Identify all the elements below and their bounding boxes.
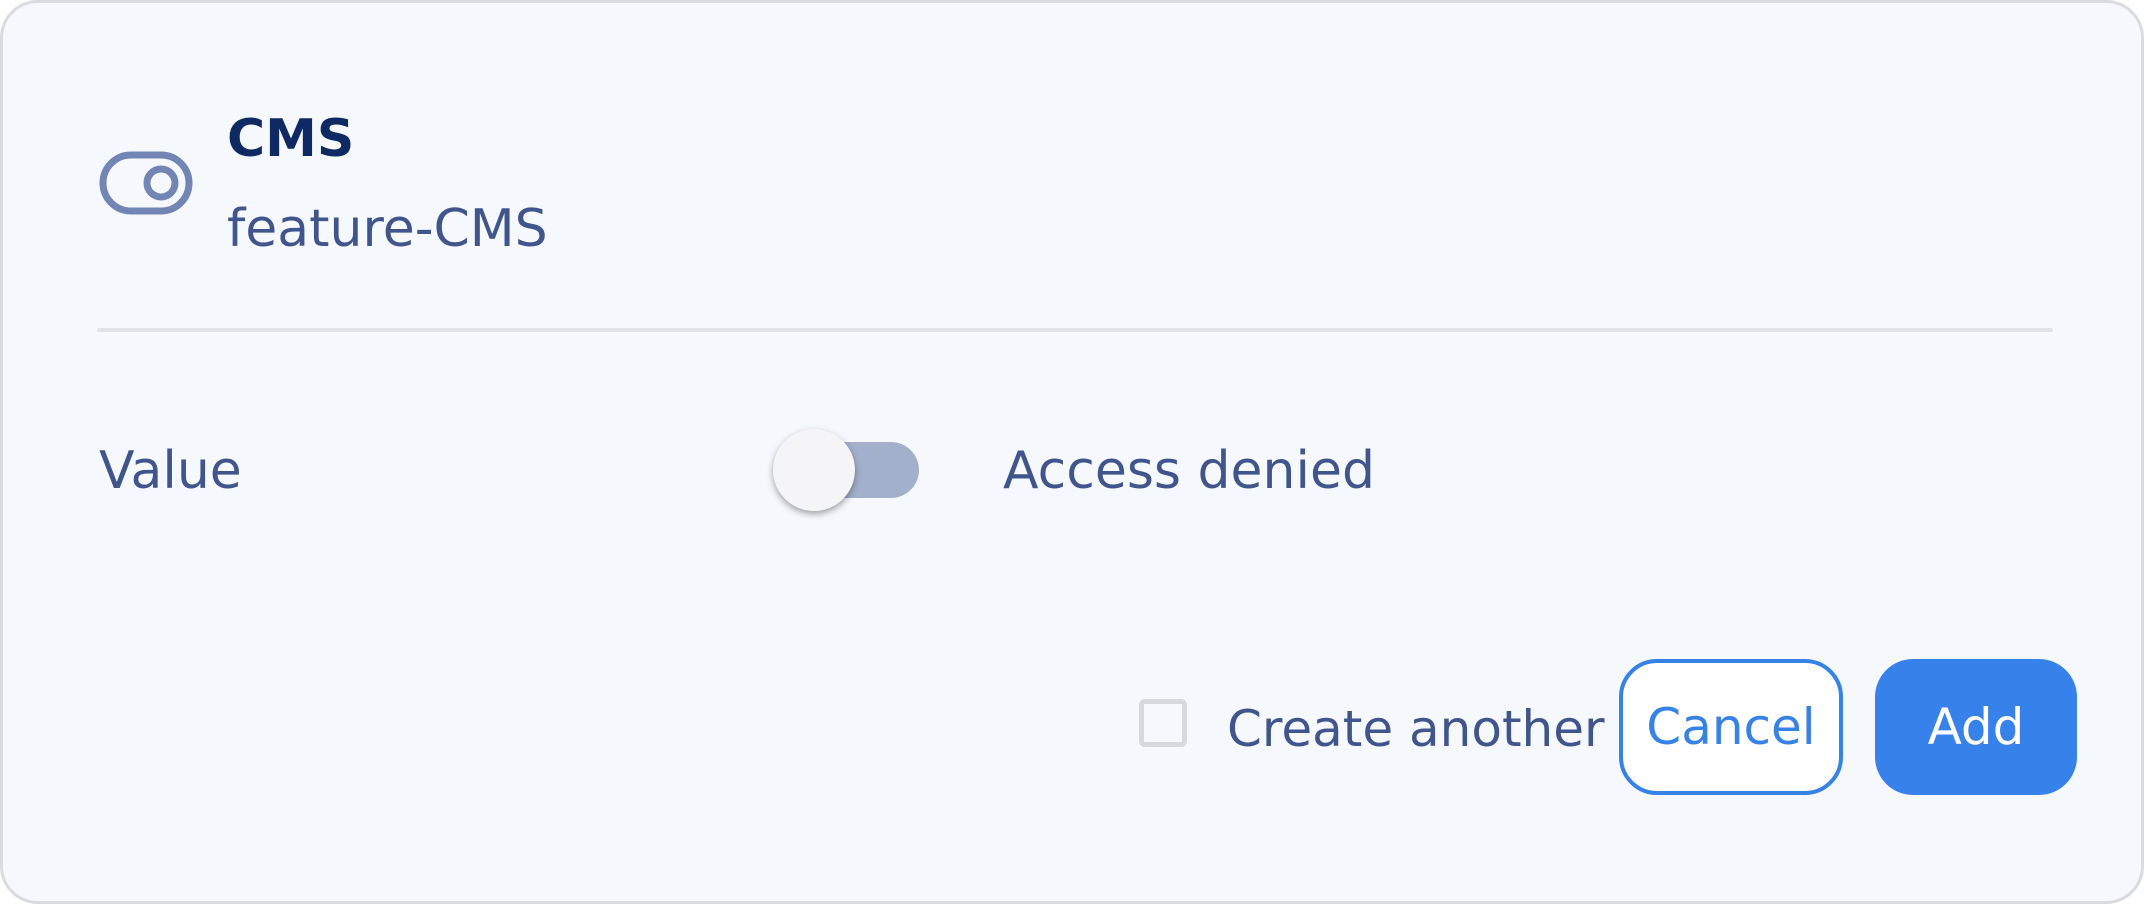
create-another-checkbox[interactable]	[1139, 699, 1187, 747]
add-button[interactable]: Add	[1875, 659, 2077, 795]
toggle-state-label: Access denied	[1003, 441, 1375, 501]
header-divider	[97, 328, 2053, 332]
dialog-subtitle: feature-CMS	[227, 199, 548, 259]
dialog-title: CMS	[227, 109, 355, 169]
value-label: Value	[99, 441, 242, 501]
feature-flag-dialog: CMS feature-CMS Value Access denied Crea…	[0, 0, 2144, 904]
toggle-thumb	[773, 429, 855, 511]
cancel-button[interactable]: Cancel	[1619, 659, 1843, 795]
create-another-label[interactable]: Create another	[1227, 699, 1605, 759]
value-toggle[interactable]	[773, 429, 925, 511]
toggle-switch-icon	[99, 151, 193, 215]
